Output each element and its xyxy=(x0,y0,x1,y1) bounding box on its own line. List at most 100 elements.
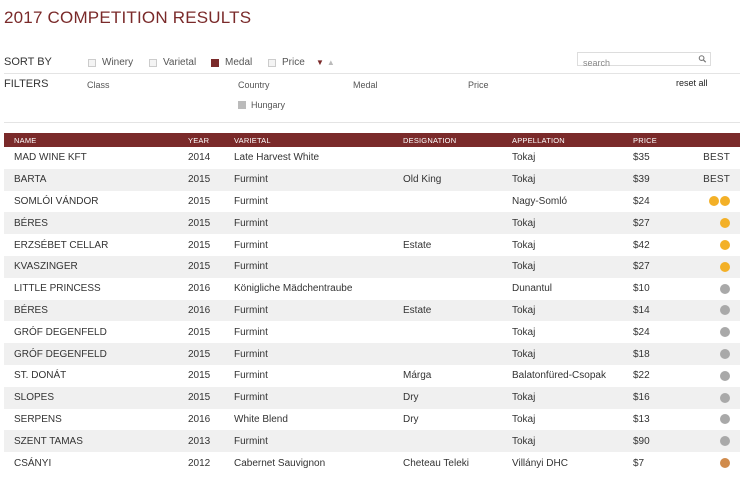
sort-option-medal[interactable]: Medal xyxy=(211,57,252,68)
filter-checkbox[interactable] xyxy=(238,101,246,109)
cell-name: BÉRES xyxy=(4,212,178,235)
table-row[interactable]: LITTLE PRINCESS 2016 Königliche Mädchentra… xyxy=(4,277,740,300)
cell-designation xyxy=(393,190,502,213)
cell-price: $24 xyxy=(623,190,683,213)
table-row[interactable]: BÉRES 2015 Furmint Tokaj $27 xyxy=(4,212,740,235)
cell-price: $27 xyxy=(623,212,683,235)
cell-medal xyxy=(683,408,740,431)
table-row[interactable]: ERZSÉBET CELLAR 2015 Furmint Estate Tokaj $42 xyxy=(4,234,740,256)
cell-varietal: Furmint xyxy=(224,234,393,256)
medal-icon xyxy=(709,196,719,207)
cell-price: $18 xyxy=(623,343,683,365)
cell-price: $24 xyxy=(623,321,683,344)
cell-appellation: Dunantul xyxy=(502,277,623,300)
cell-appellation: Balatonfüred-Csopak xyxy=(502,364,623,387)
sort-option-varietal[interactable]: Varietal xyxy=(149,57,196,68)
cell-year: 2015 xyxy=(178,386,224,409)
sort-option-label: Winery xyxy=(102,57,134,68)
sort-option-winery[interactable]: Winery xyxy=(88,57,133,68)
search-box[interactable] xyxy=(577,52,711,69)
filter-class[interactable]: Class xyxy=(87,80,110,90)
cell-year: 2015 xyxy=(178,168,224,191)
sort-option-label: Medal xyxy=(225,57,253,68)
cell-designation: Estate xyxy=(393,299,502,322)
table-row[interactable]: KVASZINGER 2015 Furmint Tokaj $27 xyxy=(4,255,740,278)
table-row[interactable]: BÉRES 2016 Furmint Estate Tokaj $14 xyxy=(4,299,740,322)
cell-price: $35 xyxy=(623,147,683,169)
cell-medal xyxy=(683,255,740,278)
cell-year: 2014 xyxy=(178,147,224,169)
cell-varietal: Furmint xyxy=(224,255,393,278)
cell-name: SZENT TAMAS xyxy=(4,430,178,453)
reset-all-link[interactable]: reset all xyxy=(676,78,708,88)
cell-price: $16 xyxy=(623,386,683,409)
search-icon[interactable] xyxy=(698,54,707,64)
column-header-year[interactable]: YEAR xyxy=(178,133,224,147)
cell-year: 2015 xyxy=(178,321,224,344)
cell-medal xyxy=(683,321,740,344)
medal-icon xyxy=(720,436,730,447)
cell-varietal: Late Harvest White xyxy=(224,147,393,169)
cell-year: 2016 xyxy=(178,277,224,300)
table-row[interactable]: SERPENS 2016 White Blend Dry Tokaj $13 xyxy=(4,408,740,431)
cell-name: SERPENS xyxy=(4,408,178,431)
sort-checkbox[interactable] xyxy=(88,58,96,67)
medal-label: BEST xyxy=(703,174,730,186)
results-body: MAD WINE KFT 2014 Late Harvest White Tokaj $… xyxy=(4,147,740,474)
filter-medal[interactable]: Medal xyxy=(353,80,378,90)
cell-medal xyxy=(683,364,740,387)
sort-checkbox[interactable] xyxy=(149,58,157,67)
cell-year: 2015 xyxy=(178,234,224,256)
cell-appellation: Tokaj xyxy=(502,430,623,453)
sort-option-label: Price xyxy=(282,57,305,68)
cell-varietal: Furmint xyxy=(224,212,393,235)
cell-designation xyxy=(393,343,502,365)
cell-designation: Old King xyxy=(393,168,502,191)
cell-designation: Estate xyxy=(393,234,502,256)
cell-appellation: Tokaj xyxy=(502,255,623,278)
column-header-name[interactable]: NAME xyxy=(4,133,178,147)
table-row[interactable]: GRÓF DEGENFELD 2015 Furmint Tokaj $24 xyxy=(4,321,740,344)
sort-direction-toggle[interactable]: ▼▲ xyxy=(316,58,338,67)
cell-designation: Dry xyxy=(393,408,502,431)
cell-varietal: Furmint xyxy=(224,168,393,191)
cell-designation: Dry xyxy=(393,386,502,409)
sort-ascending-icon[interactable]: ▲ xyxy=(327,58,338,67)
sort-descending-icon[interactable]: ▼ xyxy=(316,58,327,67)
medal-icon xyxy=(720,327,730,338)
column-header-appellation[interactable]: APPELLATION xyxy=(502,133,623,147)
cell-varietal: Furmint xyxy=(224,430,393,453)
filter-country[interactable]: Country xyxy=(238,80,270,90)
cell-price: $39 xyxy=(623,168,683,191)
cell-price: $27 xyxy=(623,255,683,278)
cell-appellation: Tokaj xyxy=(502,212,623,235)
cell-appellation: Tokaj xyxy=(502,299,623,322)
table-row[interactable]: MAD WINE KFT 2014 Late Harvest White Tokaj $… xyxy=(4,147,740,169)
medal-icon xyxy=(720,261,730,272)
cell-varietal: White Blend xyxy=(224,408,393,431)
sort-checkbox[interactable] xyxy=(268,58,276,67)
table-row[interactable]: CSÁNYI 2012 Cabernet Sauvignon Cheteau Tele… xyxy=(4,452,740,474)
table-row[interactable]: ST. DONÁT 2015 Furmint Márga Balatonfüred-Cs… xyxy=(4,364,740,387)
country-filter-hungary[interactable]: Hungary xyxy=(238,100,285,110)
cell-designation: Cheteau Teleki xyxy=(393,452,502,474)
filter-price[interactable]: Price xyxy=(468,80,489,90)
table-row[interactable]: SZENT TAMAS 2013 Furmint Tokaj $90 xyxy=(4,430,740,453)
table-row[interactable]: BARTA 2015 Furmint Old King Tokaj $39 BEST xyxy=(4,168,740,191)
cell-designation xyxy=(393,321,502,344)
column-header-varietal[interactable]: VARIETAL xyxy=(224,133,393,147)
table-row[interactable]: SLOPES 2015 Furmint Dry Tokaj $16 xyxy=(4,386,740,409)
sort-option-price[interactable]: Price xyxy=(268,57,305,68)
table-row[interactable]: SOMLÓI VÁNDOR 2015 Furmint Nagy-Somló $24 xyxy=(4,190,740,213)
search-input[interactable] xyxy=(578,57,696,69)
cell-name: GRÓF DEGENFELD xyxy=(4,321,178,344)
column-header-designation[interactable]: DESIGNATION xyxy=(393,133,502,147)
cell-name: ERZSÉBET CELLAR xyxy=(4,234,178,256)
cell-year: 2015 xyxy=(178,212,224,235)
cell-name: CSÁNYI xyxy=(4,452,178,474)
sort-checkbox[interactable] xyxy=(211,58,219,67)
cell-name: BARTA xyxy=(4,168,178,191)
table-row[interactable]: GRÓF DEGENFELD 2015 Furmint Tokaj $18 xyxy=(4,343,740,365)
column-header-price[interactable]: PRICE xyxy=(623,133,683,147)
cell-medal xyxy=(683,234,740,256)
